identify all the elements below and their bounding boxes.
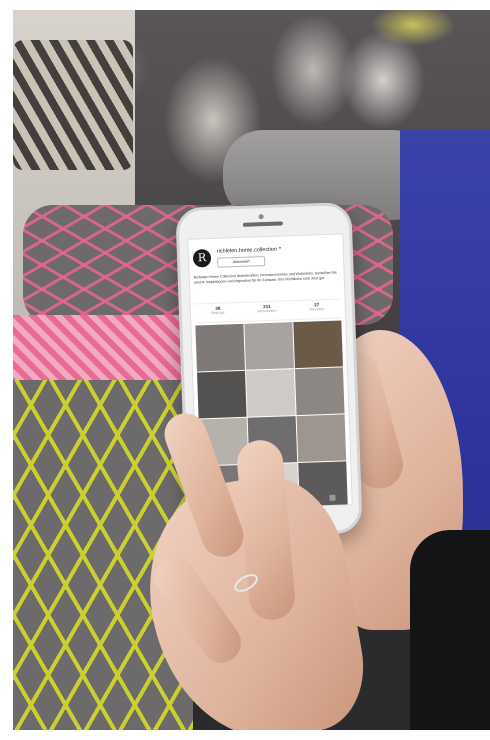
patterned-cushion xyxy=(13,40,133,170)
photo-tile xyxy=(296,414,347,463)
photo-tile xyxy=(195,323,245,372)
photo-tile xyxy=(294,367,345,416)
photo-tile xyxy=(245,369,296,417)
chevron-down-icon: ▾ xyxy=(278,245,282,252)
sleeve xyxy=(410,530,490,730)
profile-header: R richlelen.home.collection ▾ Abonniert xyxy=(192,244,340,269)
photo-tile xyxy=(244,322,294,370)
photo-tile xyxy=(293,320,343,369)
front-camera xyxy=(258,214,264,220)
follow-button: Abonniert xyxy=(217,256,266,268)
profile-bio: Richlelen Home Collection Wohntextilien,… xyxy=(193,270,337,285)
stat-label: Abonniert xyxy=(309,307,325,312)
profile-stats: 38 Beiträge 211 Abonnenten 27 Abonniert xyxy=(194,298,342,324)
stat-label: Beiträge xyxy=(211,310,225,315)
photo-tile xyxy=(197,370,247,419)
profile-icon xyxy=(329,494,336,501)
stat-followers: 211 Abonnenten xyxy=(257,302,277,321)
photo: R richlelen.home.collection ▾ Abonniert … xyxy=(13,10,490,730)
stat-following: 27 Abonniert xyxy=(309,300,325,319)
speaker-grille xyxy=(242,221,283,227)
avatar: R xyxy=(192,248,212,268)
stat-label: Abonnenten xyxy=(257,308,277,314)
profile-handle: richlelen.home.collection xyxy=(216,246,278,255)
stat-posts: 38 Beiträge xyxy=(211,304,225,322)
